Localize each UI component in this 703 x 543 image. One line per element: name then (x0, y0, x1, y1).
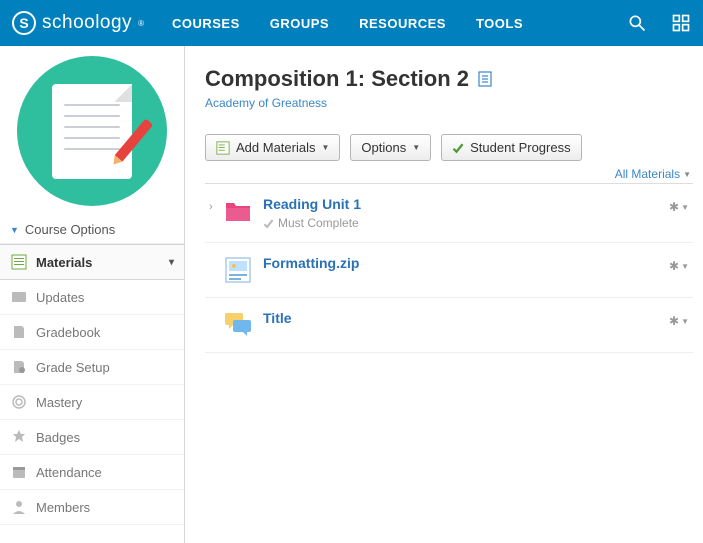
chevron-down-icon: ▼ (681, 203, 689, 212)
gear-icon: ✱ (669, 259, 679, 273)
sidebar: ▼ Course Options Materials Updates Grade… (0, 46, 185, 543)
brand-logo-icon: S (12, 11, 36, 35)
sidebar-item-label: Updates (36, 290, 84, 305)
sidebar-item-updates[interactable]: Updates (0, 280, 184, 315)
page-info-icon[interactable] (477, 71, 493, 87)
course-options-toggle[interactable]: ▼ Course Options (0, 216, 184, 244)
nav-courses[interactable]: COURSES (172, 16, 240, 31)
chevron-down-icon: ▼ (681, 317, 689, 326)
options-button[interactable]: Options ▼ (350, 134, 431, 161)
add-materials-icon (216, 141, 230, 155)
chevron-down-icon: ▼ (10, 225, 19, 235)
sidebar-item-label: Materials (36, 255, 92, 270)
chevron-down-icon: ▼ (681, 262, 689, 271)
sidebar-item-label: Members (36, 500, 90, 515)
mastery-icon (10, 393, 28, 411)
row-settings-button[interactable]: ✱▼ (669, 259, 689, 273)
apps-icon[interactable] (671, 13, 691, 33)
updates-icon (10, 288, 28, 306)
expand-toggle[interactable]: › (209, 201, 223, 213)
add-materials-label: Add Materials (236, 140, 315, 155)
material-row-folder: › Reading Unit 1 Must Complete ✱▼ (205, 184, 693, 243)
sidebar-item-badges[interactable]: Badges (0, 420, 184, 455)
material-title[interactable]: Formatting.zip (263, 255, 689, 271)
add-materials-button[interactable]: Add Materials ▼ (205, 134, 340, 161)
material-row-discussion: Title ✱▼ (205, 298, 693, 353)
discussion-icon (223, 310, 253, 340)
gear-icon: ✱ (669, 200, 679, 214)
gear-icon: ✱ (669, 314, 679, 328)
materials-icon (10, 253, 28, 271)
app-header: S schoology® COURSES GROUPS RESOURCES TO… (0, 0, 703, 46)
members-icon (10, 498, 28, 516)
grade-setup-icon (10, 358, 28, 376)
sidebar-item-label: Attendance (36, 465, 102, 480)
sidebar-item-attendance[interactable]: Attendance (0, 455, 184, 490)
row-settings-button[interactable]: ✱▼ (669, 200, 689, 214)
gradebook-icon (10, 323, 28, 341)
sidebar-item-gradebook[interactable]: Gradebook (0, 315, 184, 350)
sidebar-item-label: Grade Setup (36, 360, 110, 375)
materials-list: › Reading Unit 1 Must Complete ✱▼ (205, 183, 693, 353)
action-bar: Add Materials ▼ Options ▼ Student Progre… (205, 134, 693, 161)
sidebar-item-label: Gradebook (36, 325, 100, 340)
row-settings-button[interactable]: ✱▼ (669, 314, 689, 328)
nav-groups[interactable]: GROUPS (270, 16, 329, 31)
chevron-down-icon: ▼ (683, 170, 691, 179)
options-label: Options (361, 140, 406, 155)
material-title[interactable]: Title (263, 310, 689, 326)
page-title-row: Composition 1: Section 2 (205, 66, 693, 92)
badges-icon (10, 428, 28, 446)
student-progress-button[interactable]: Student Progress (441, 134, 581, 161)
course-options-label: Course Options (25, 222, 115, 237)
materials-filter[interactable]: All Materials (615, 167, 680, 181)
filter-row: All Materials ▼ (205, 167, 691, 181)
sidebar-nav: Materials Updates Gradebook Grade Setup … (0, 244, 184, 525)
nav-resources[interactable]: RESOURCES (359, 16, 446, 31)
course-avatar (0, 46, 184, 216)
file-icon (223, 255, 253, 285)
page-title: Composition 1: Section 2 (205, 66, 469, 92)
main-content: Composition 1: Section 2 Academy of Grea… (185, 46, 703, 543)
sidebar-item-label: Mastery (36, 395, 82, 410)
brand-logo[interactable]: S schoology® (12, 11, 144, 35)
material-row-file: Formatting.zip ✱▼ (205, 243, 693, 298)
sidebar-item-mastery[interactable]: Mastery (0, 385, 184, 420)
sidebar-item-grade-setup[interactable]: Grade Setup (0, 350, 184, 385)
folder-icon (223, 196, 253, 226)
material-title[interactable]: Reading Unit 1 (263, 196, 689, 212)
page-subtitle[interactable]: Academy of Greatness (205, 96, 693, 110)
material-badge: Must Complete (263, 216, 689, 230)
brand-name: schoology (42, 12, 132, 34)
check-icon (452, 142, 464, 154)
student-progress-label: Student Progress (470, 140, 570, 155)
sidebar-item-materials[interactable]: Materials (0, 244, 184, 280)
nav-tools[interactable]: TOOLS (476, 16, 523, 31)
sidebar-item-members[interactable]: Members (0, 490, 184, 525)
primary-nav: COURSES GROUPS RESOURCES TOOLS (172, 16, 523, 31)
chevron-down-icon: ▼ (412, 143, 420, 152)
attendance-icon (10, 463, 28, 481)
sidebar-item-label: Badges (36, 430, 80, 445)
chevron-down-icon: ▼ (321, 143, 329, 152)
search-icon[interactable] (627, 13, 647, 33)
check-icon (263, 218, 274, 229)
